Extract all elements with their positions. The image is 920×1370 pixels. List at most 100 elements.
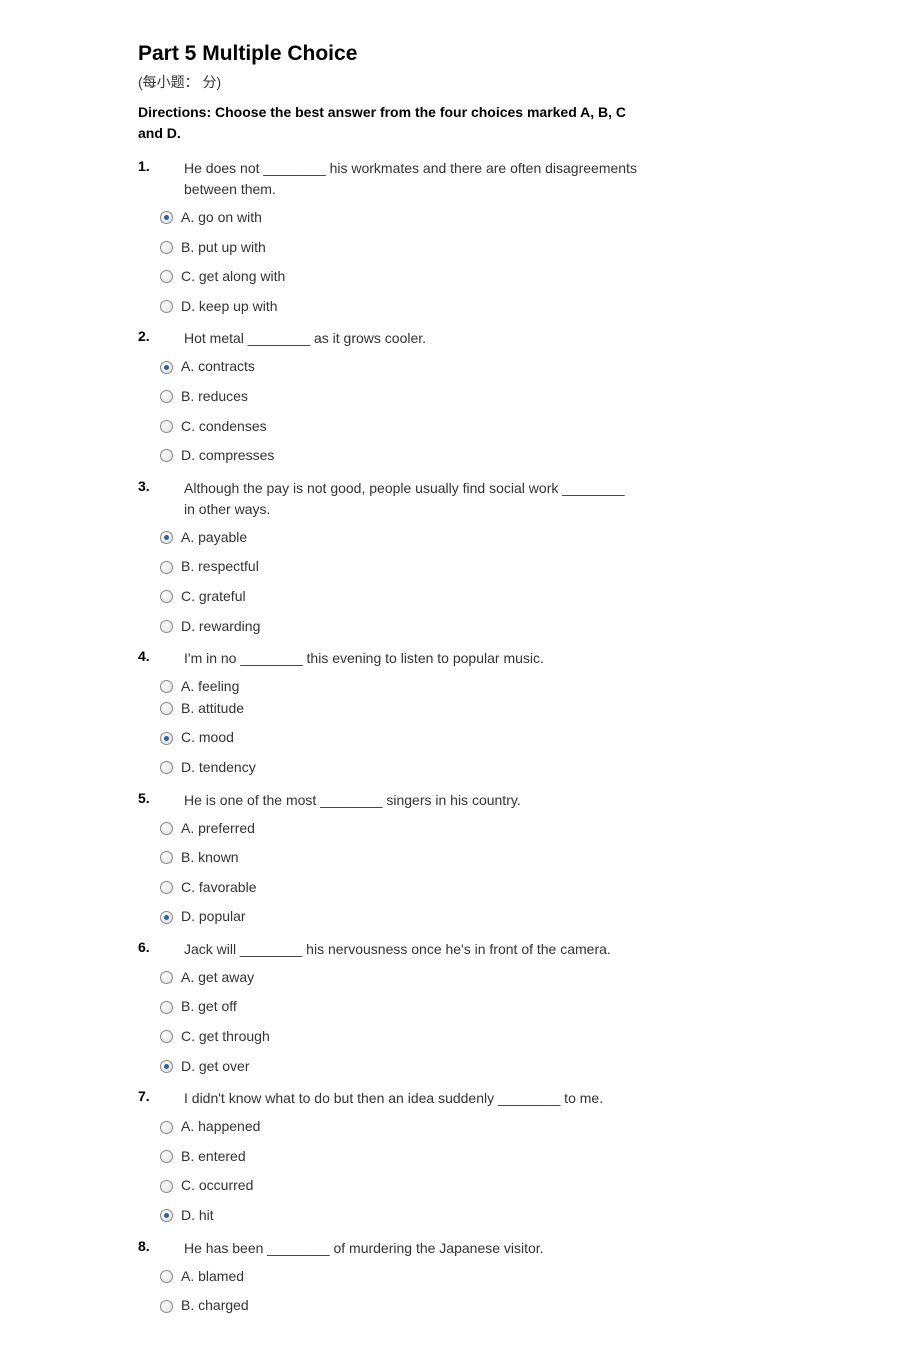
option-label: B. respectful	[181, 557, 259, 577]
question: 2.Hot metal ________ as it grows cooler.…	[138, 328, 638, 465]
option-label: C. mood	[181, 728, 234, 748]
option[interactable]: B. attitude	[160, 699, 638, 719]
radio-icon[interactable]	[160, 531, 173, 544]
radio-icon[interactable]	[160, 420, 173, 433]
question-text: He has been ________ of murdering the Ja…	[172, 1238, 638, 1259]
option[interactable]: C. grateful	[160, 587, 638, 607]
directions-text: Directions: Choose the best answer from …	[138, 102, 638, 144]
radio-icon[interactable]	[160, 1300, 173, 1313]
option-label: D. hit	[181, 1206, 214, 1226]
question-text: Hot metal ________ as it grows cooler.	[172, 328, 638, 349]
radio-icon[interactable]	[160, 1209, 173, 1222]
option[interactable]: C. get along with	[160, 267, 638, 287]
options-list: A. happened B. entered C. occurred D. hit	[138, 1117, 638, 1225]
option-label: D. get over	[181, 1057, 249, 1077]
radio-icon[interactable]	[160, 241, 173, 254]
option[interactable]: D. hit	[160, 1206, 638, 1226]
radio-icon[interactable]	[160, 1001, 173, 1014]
option[interactable]: B. charged	[160, 1296, 638, 1316]
option[interactable]: A. get away	[160, 968, 638, 988]
option[interactable]: B. known	[160, 848, 638, 868]
question-number: 4.	[138, 648, 172, 664]
radio-icon[interactable]	[160, 732, 173, 745]
question-text: He is one of the most ________ singers i…	[172, 790, 638, 811]
options-list: A. contracts B. reduces C. condenses D. com…	[138, 357, 638, 465]
radio-icon[interactable]	[160, 971, 173, 984]
radio-icon[interactable]	[160, 1060, 173, 1073]
option[interactable]: A. payable	[160, 528, 638, 548]
radio-icon[interactable]	[160, 449, 173, 462]
question: 6.Jack will ________ his nervousness onc…	[138, 939, 638, 1076]
question-text: He does not ________ his workmates and t…	[172, 158, 638, 200]
radio-icon[interactable]	[160, 911, 173, 924]
question-number: 1.	[138, 158, 172, 174]
radio-icon[interactable]	[160, 1150, 173, 1163]
option[interactable]: D. rewarding	[160, 617, 638, 637]
option[interactable]: A. happened	[160, 1117, 638, 1137]
question-text: I didn't know what to do but then an ide…	[172, 1088, 638, 1109]
question-text: I'm in no ________ this evening to liste…	[172, 648, 638, 669]
option[interactable]: A. contracts	[160, 357, 638, 377]
option-label: B. entered	[181, 1147, 246, 1167]
option-label: A. feeling	[181, 677, 239, 697]
option[interactable]: D. compresses	[160, 446, 638, 466]
radio-icon[interactable]	[160, 881, 173, 894]
option[interactable]: C. occurred	[160, 1176, 638, 1196]
question-text: Although the pay is not good, people usu…	[172, 478, 638, 520]
radio-icon[interactable]	[160, 1121, 173, 1134]
option[interactable]: D. popular	[160, 907, 638, 927]
radio-icon[interactable]	[160, 300, 173, 313]
question-head: 8.He has been ________ of murdering the …	[138, 1238, 638, 1259]
option-label: C. occurred	[181, 1176, 253, 1196]
option[interactable]: D. keep up with	[160, 297, 638, 317]
radio-icon[interactable]	[160, 822, 173, 835]
option-label: D. popular	[181, 907, 246, 927]
option[interactable]: D. tendency	[160, 758, 638, 778]
option[interactable]: B. respectful	[160, 557, 638, 577]
option[interactable]: B. reduces	[160, 387, 638, 407]
option[interactable]: C. condenses	[160, 417, 638, 437]
question-number: 7.	[138, 1088, 172, 1104]
option[interactable]: B. put up with	[160, 238, 638, 258]
option[interactable]: A. feeling	[160, 677, 638, 697]
option[interactable]: D. get over	[160, 1057, 638, 1077]
question-number: 6.	[138, 939, 172, 955]
radio-icon[interactable]	[160, 761, 173, 774]
option[interactable]: C. favorable	[160, 878, 638, 898]
question-number: 3.	[138, 478, 172, 494]
radio-icon[interactable]	[160, 361, 173, 374]
options-list: A. go on with B. put up with C. get along …	[138, 208, 638, 316]
radio-icon[interactable]	[160, 211, 173, 224]
questions-list: 1.He does not ________ his workmates and…	[138, 158, 638, 1316]
option-label: C. get through	[181, 1027, 270, 1047]
option[interactable]: C. mood	[160, 728, 638, 748]
question: 5.He is one of the most ________ singers…	[138, 790, 638, 927]
option[interactable]: C. get through	[160, 1027, 638, 1047]
option-label: D. rewarding	[181, 617, 260, 637]
option-label: C. favorable	[181, 878, 256, 898]
radio-icon[interactable]	[160, 1030, 173, 1043]
question: 1.He does not ________ his workmates and…	[138, 158, 638, 316]
radio-icon[interactable]	[160, 851, 173, 864]
option-label: C. condenses	[181, 417, 267, 437]
radio-icon[interactable]	[160, 561, 173, 574]
radio-icon[interactable]	[160, 702, 173, 715]
radio-icon[interactable]	[160, 620, 173, 633]
quiz-container: Part 5 Multiple Choice (每小题： 分) Directio…	[138, 42, 638, 1316]
radio-icon[interactable]	[160, 590, 173, 603]
option[interactable]: A. preferred	[160, 819, 638, 839]
radio-icon[interactable]	[160, 390, 173, 403]
question: 3.Although the pay is not good, people u…	[138, 478, 638, 636]
radio-icon[interactable]	[160, 680, 173, 693]
option-label: A. happened	[181, 1117, 260, 1137]
option[interactable]: A. go on with	[160, 208, 638, 228]
option-label: B. attitude	[181, 699, 244, 719]
radio-icon[interactable]	[160, 1180, 173, 1193]
option-label: A. blamed	[181, 1267, 244, 1287]
radio-icon[interactable]	[160, 1270, 173, 1283]
radio-icon[interactable]	[160, 270, 173, 283]
option[interactable]: B. entered	[160, 1147, 638, 1167]
option[interactable]: A. blamed	[160, 1267, 638, 1287]
option-label: A. get away	[181, 968, 254, 988]
option[interactable]: B. get off	[160, 997, 638, 1017]
